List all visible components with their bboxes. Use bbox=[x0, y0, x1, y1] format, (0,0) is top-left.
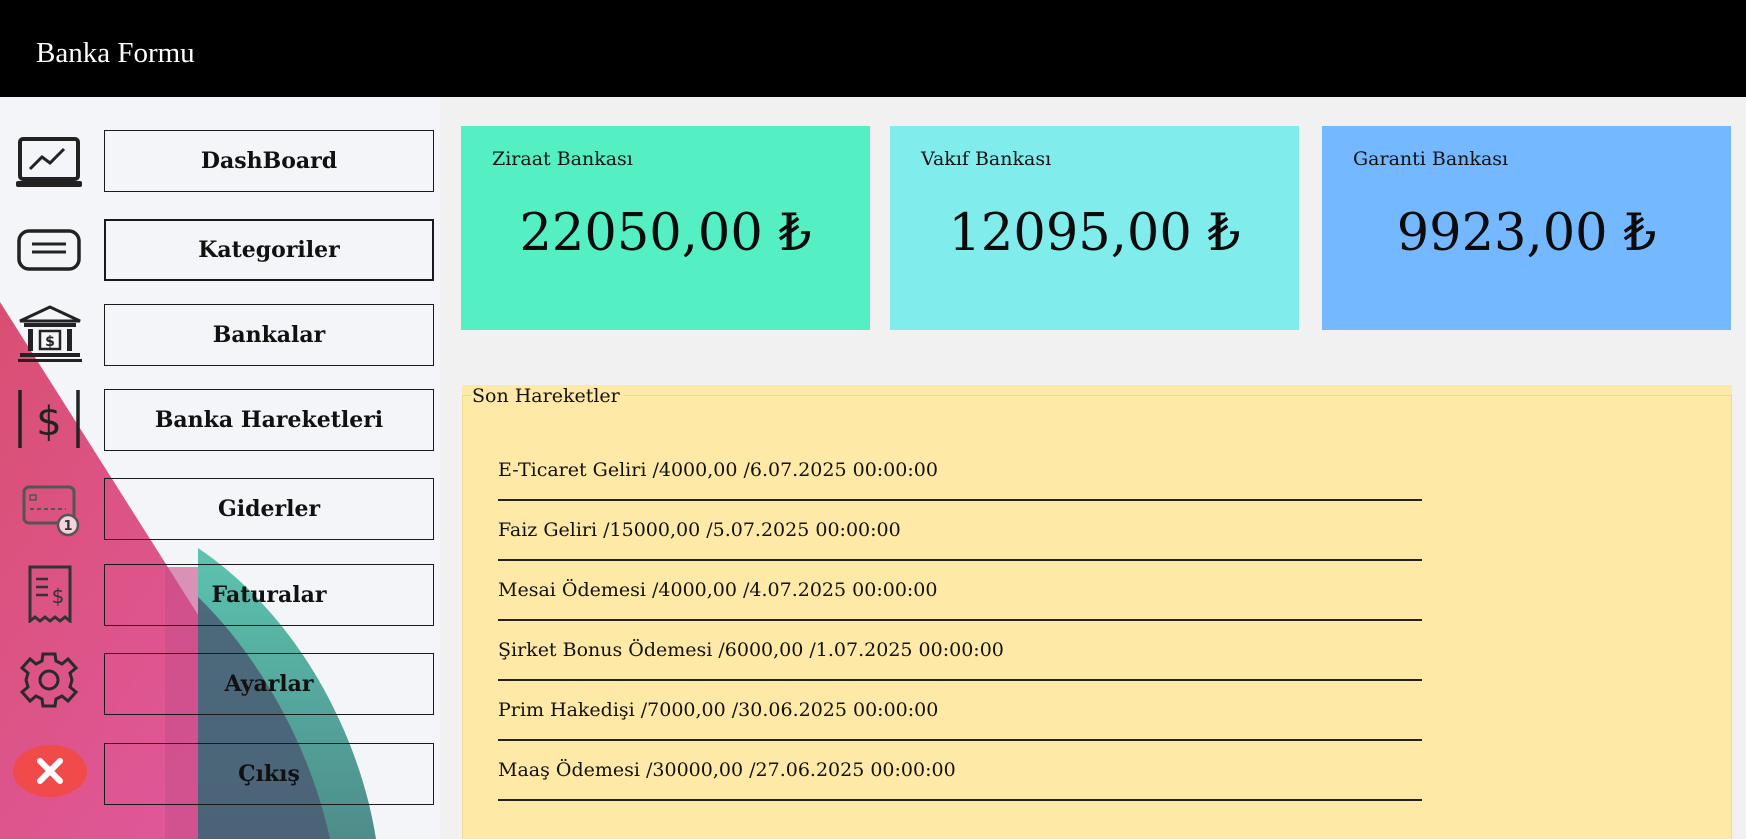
sidebar: $ $ 1 $ DashBoard Kategoriler Bankalar B… bbox=[0, 97, 440, 839]
nav-button-label: Banka Hareketleri bbox=[154, 407, 384, 433]
card-payment-icon: 1 bbox=[22, 485, 80, 537]
transaction-item: Şirket Bonus Ödemesi /6000,00 /1.07.2025… bbox=[498, 639, 1422, 681]
bank-building-icon: $ bbox=[18, 305, 82, 362]
nav-button-faturalar[interactable]: Faturalar bbox=[104, 564, 434, 626]
nav-button-label: Kategoriler bbox=[198, 237, 340, 263]
title-bar: Banka Formu bbox=[0, 0, 1746, 97]
bank-name: Ziraat Bankası bbox=[492, 148, 633, 170]
bank-card-ziraat: Ziraat Bankası 22050,00 ₺ bbox=[461, 126, 870, 330]
bank-balance: 22050,00 ₺ bbox=[519, 204, 812, 263]
nav-button-giderler[interactable]: Giderler bbox=[104, 478, 434, 540]
bank-card-garanti: Garanti Bankası 9923,00 ₺ bbox=[1322, 126, 1731, 330]
transaction-text: E-Ticaret Geliri /4000,00 /6.07.2025 00:… bbox=[498, 459, 938, 481]
receipt-icon: $ bbox=[28, 565, 72, 623]
separator-line bbox=[498, 799, 1422, 801]
dollar-box-icon: $ bbox=[18, 390, 80, 448]
panel-title: Son Hareketler bbox=[472, 385, 624, 407]
message-lines-icon bbox=[17, 229, 81, 271]
transaction-item: Prim Hakedişi /7000,00 /30.06.2025 00:00… bbox=[498, 699, 1422, 741]
recent-transactions-panel: Son Hareketler E-Ticaret Geliri /4000,00… bbox=[462, 385, 1732, 839]
svg-text:$: $ bbox=[36, 399, 61, 445]
separator-line bbox=[498, 559, 1422, 561]
nav-button-label: Çıkış bbox=[238, 761, 300, 787]
nav-button-label: Bankalar bbox=[212, 322, 326, 348]
nav-button-kategoriler[interactable]: Kategoriler bbox=[104, 219, 434, 281]
bank-balance: 12095,00 ₺ bbox=[948, 204, 1241, 263]
nav-button-label: Ayarlar bbox=[224, 671, 314, 697]
bank-name: Garanti Bankası bbox=[1353, 148, 1509, 170]
transaction-item: Maaş Ödemesi /30000,00 /27.06.2025 00:00… bbox=[498, 759, 1422, 801]
transaction-text: Maaş Ödemesi /30000,00 /27.06.2025 00:00… bbox=[498, 759, 956, 781]
transaction-text: Mesai Ödemesi /4000,00 /4.07.2025 00:00:… bbox=[498, 579, 938, 601]
transaction-item: Faiz Geliri /15000,00 /5.07.2025 00:00:0… bbox=[498, 519, 1422, 561]
nav-button-cikis[interactable]: Çıkış bbox=[104, 743, 434, 805]
separator-line bbox=[498, 739, 1422, 741]
bank-name: Vakıf Bankası bbox=[921, 148, 1052, 170]
bank-balance: 9923,00 ₺ bbox=[1396, 204, 1657, 263]
nav-button-label: DashBoard bbox=[200, 148, 338, 174]
nav-button-bankalar[interactable]: Bankalar bbox=[104, 304, 434, 366]
nav-button-label: Faturalar bbox=[211, 582, 327, 608]
transaction-text: Prim Hakedişi /7000,00 /30.06.2025 00:00… bbox=[498, 699, 939, 721]
svg-text:1: 1 bbox=[63, 519, 72, 534]
nav-button-ayarlar[interactable]: Ayarlar bbox=[104, 653, 434, 715]
close-circle-icon[interactable] bbox=[12, 744, 88, 798]
svg-text:$: $ bbox=[52, 584, 65, 608]
transaction-text: Şirket Bonus Ödemesi /6000,00 /1.07.2025… bbox=[498, 639, 1004, 661]
transaction-item: Mesai Ödemesi /4000,00 /4.07.2025 00:00:… bbox=[498, 579, 1422, 621]
separator-line bbox=[498, 499, 1422, 501]
bank-card-vakif: Vakıf Bankası 12095,00 ₺ bbox=[890, 126, 1299, 330]
transaction-text: Faiz Geliri /15000,00 /5.07.2025 00:00:0… bbox=[498, 519, 901, 541]
separator-line bbox=[498, 619, 1422, 621]
nav-button-label: Giderler bbox=[217, 496, 321, 522]
nav-button-banka-hareketleri[interactable]: Banka Hareketleri bbox=[104, 389, 434, 451]
svg-text:$: $ bbox=[45, 334, 55, 350]
sidebar-decoration bbox=[0, 302, 376, 839]
transaction-item: E-Ticaret Geliri /4000,00 /6.07.2025 00:… bbox=[498, 459, 1422, 501]
chart-monitor-icon bbox=[16, 137, 82, 187]
nav-button-dashboard[interactable]: DashBoard bbox=[104, 130, 434, 192]
app-title: Banka Formu bbox=[36, 37, 195, 69]
separator-line bbox=[498, 679, 1422, 681]
gear-icon bbox=[19, 652, 79, 708]
